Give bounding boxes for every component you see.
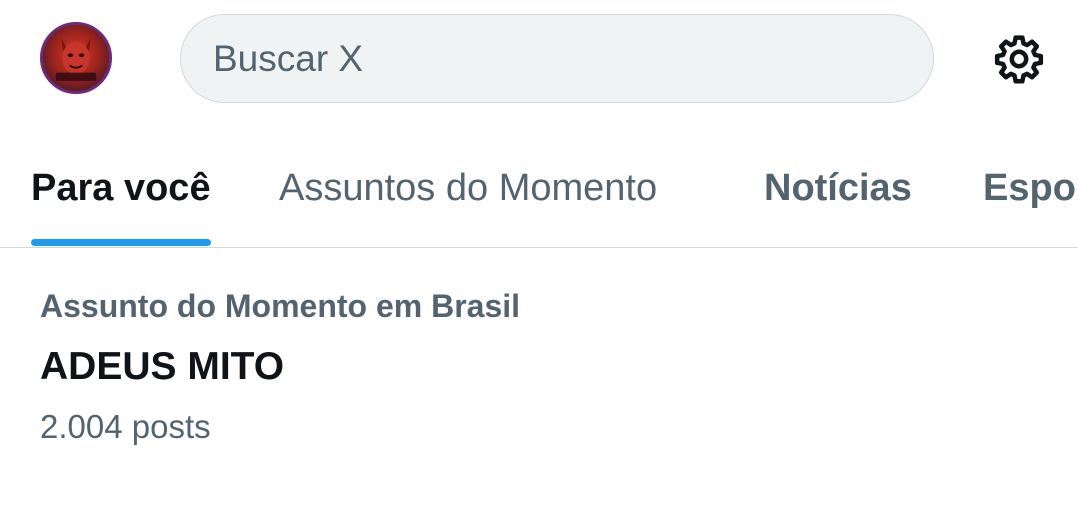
tab-assuntos-do-momento[interactable]: Assuntos do Momento: [279, 130, 657, 247]
trend-title: ADEUS MITO: [40, 345, 285, 388]
search-input[interactable]: [211, 36, 933, 81]
tab-esportes[interactable]: Espo: [983, 130, 1076, 247]
tab-label: Espo: [983, 167, 1076, 209]
tab-label: Assuntos do Momento: [279, 167, 658, 209]
tab-label: Notícias: [764, 167, 912, 209]
explore-tabs: Para você Assuntos do Momento Notícias E…: [0, 130, 1078, 248]
search-bar[interactable]: [180, 14, 934, 103]
tab-label: Para você: [31, 167, 211, 209]
trend-post-count: 2.004 posts: [40, 408, 211, 445]
tab-para-voce[interactable]: Para você: [31, 130, 211, 247]
active-tab-indicator: [31, 239, 211, 246]
tab-noticias[interactable]: Notícias: [764, 130, 912, 247]
settings-button[interactable]: [992, 32, 1046, 86]
trend-item[interactable]: Assunto do Momento em Brasil ADEUS MITO …: [40, 280, 1040, 455]
gear-icon: [994, 35, 1044, 84]
profile-avatar[interactable]: [40, 22, 112, 94]
top-bar: [0, 0, 1078, 120]
avatar-image: [55, 37, 97, 81]
trend-context: Assunto do Momento em Brasil: [40, 288, 521, 324]
